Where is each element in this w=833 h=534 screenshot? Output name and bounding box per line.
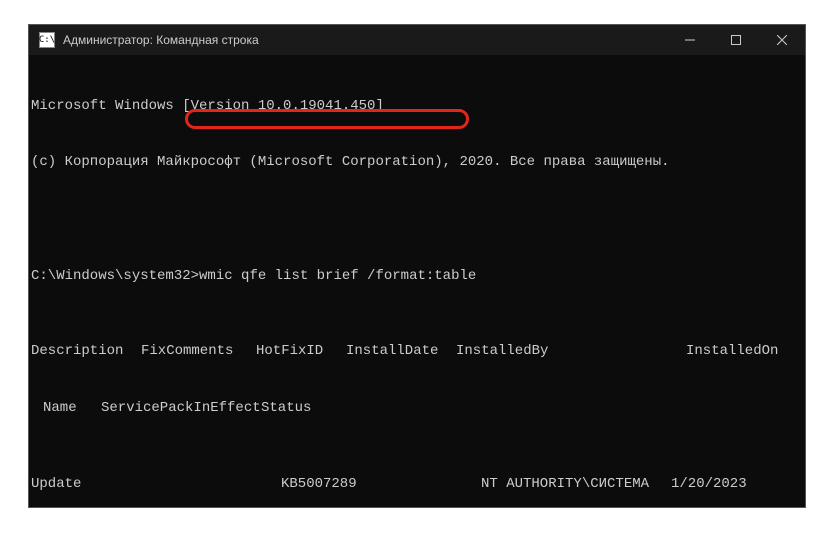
window-title: Администратор: Командная строка <box>63 33 259 47</box>
col-status: Status <box>261 399 341 418</box>
col-installedon: InstalledOn <box>686 342 786 361</box>
minimize-button[interactable] <box>667 25 713 55</box>
cell-installedby: NT AUTHORITY\СИСТЕМА <box>481 475 671 494</box>
col-description: Description <box>31 342 141 361</box>
table-header-2: Name ServicePackInEffect Status <box>31 399 803 418</box>
table-header-1: Description FixComments HotFixID Install… <box>31 342 803 361</box>
cell-installedon: 1/20/2023 <box>671 475 801 494</box>
cmd-window: C:\ Администратор: Командная строка Micr… <box>28 24 806 508</box>
cmd-icon: C:\ <box>39 32 55 48</box>
titlebar[interactable]: C:\ Администратор: Командная строка <box>29 25 805 55</box>
col-installedby: InstalledBy <box>456 342 686 361</box>
close-button[interactable] <box>759 25 805 55</box>
copyright-line: (c) Корпорация Майкрософт (Microsoft Cor… <box>31 153 803 172</box>
blank-line <box>31 210 803 229</box>
prompt-line-1: C:\Windows\system32>wmic qfe list brief … <box>31 267 803 286</box>
cell-hotfixid: KB5007289 <box>281 475 481 494</box>
col-installdate: InstallDate <box>346 342 456 361</box>
command-text: wmic qfe list brief /format:table <box>199 268 476 284</box>
prompt-path: C:\Windows\system32> <box>31 268 199 284</box>
maximize-button[interactable] <box>713 25 759 55</box>
table-row: Update KB5007289 NT AUTHORITY\СИСТЕМА 1/… <box>31 475 803 494</box>
col-hotfixid: HotFixID <box>256 342 346 361</box>
col-fixcomments: FixComments <box>141 342 256 361</box>
col-servicepack: ServicePackInEffect <box>101 399 261 418</box>
cell-description: Update <box>31 475 281 494</box>
version-line: Microsoft Windows [Version 10.0.19041.45… <box>31 97 803 116</box>
col-name: Name <box>31 399 101 418</box>
terminal-output[interactable]: Microsoft Windows [Version 10.0.19041.45… <box>29 55 805 507</box>
